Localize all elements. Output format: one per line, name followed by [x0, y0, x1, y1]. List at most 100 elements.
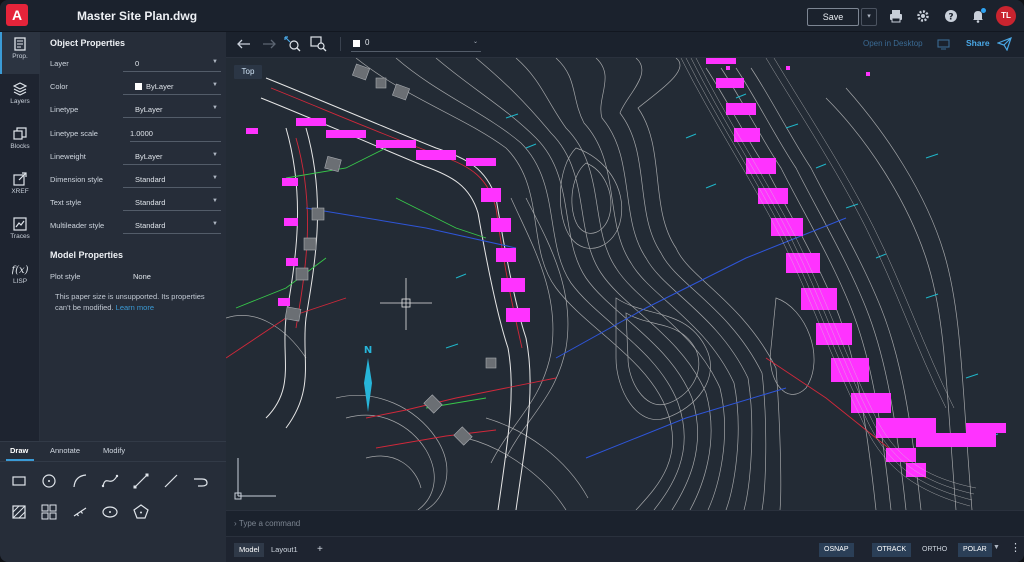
property-row-plot-style: Plot style None	[50, 269, 222, 285]
app-logo[interactable]: A	[6, 4, 28, 26]
property-row-lineweight: Lineweight ByLayer ▼	[50, 149, 222, 165]
ortho-toggle[interactable]: ORTHO	[917, 543, 952, 557]
array-icon[interactable]	[40, 503, 58, 521]
layer-select[interactable]: 0 ▼	[123, 56, 221, 72]
rail-item-blocks[interactable]: Blocks	[0, 122, 40, 164]
property-row-dimension-style: Dimension style Standard ▼	[50, 172, 222, 188]
learn-more-link[interactable]: Learn more	[116, 303, 154, 312]
rail-item-xref[interactable]: XREF	[0, 167, 40, 209]
rail-item-traces[interactable]: Traces	[0, 212, 40, 254]
text-style-select[interactable]: Standard ▼	[123, 195, 221, 211]
chevron-down-icon: ⌄	[472, 39, 478, 45]
property-label: Lineweight	[50, 152, 86, 161]
rail-label: XREF	[11, 188, 29, 195]
property-row-linetype-scale: Linetype scale 1.0000	[50, 126, 222, 142]
ucs-icon	[234, 458, 276, 500]
green-lines	[235, 147, 487, 409]
rail-label: Prop.	[12, 53, 28, 60]
chevron-down-icon: ▼	[212, 59, 218, 65]
hatch-icon[interactable]	[10, 503, 28, 521]
property-row-color: Color ByLayer ▼	[50, 79, 222, 95]
circle-icon[interactable]	[40, 472, 58, 490]
zoom-extents-icon[interactable]	[284, 36, 302, 52]
command-input[interactable]: › Type a command	[234, 519, 300, 528]
save-button[interactable]: Save	[807, 8, 859, 26]
zoom-window-icon[interactable]	[310, 36, 328, 52]
rail-label: Blocks	[10, 143, 30, 150]
more-options-icon[interactable]: ⋮	[1010, 541, 1021, 554]
command-line[interactable]: › Type a command	[226, 510, 1024, 536]
property-label: Linetype scale	[50, 129, 98, 138]
add-layout-button[interactable]: +	[312, 543, 328, 557]
cyan-annotations	[445, 93, 999, 439]
model-properties-title: Model Properties	[50, 250, 124, 260]
help-icon[interactable]: ?	[944, 9, 958, 23]
polar-toggle[interactable]: POLAR	[958, 543, 992, 557]
rail-item-layers[interactable]: Layers	[0, 77, 40, 119]
line-endpoints-icon[interactable]	[132, 472, 150, 490]
view-label[interactable]: Top	[234, 65, 262, 79]
active-tab-indicator	[6, 459, 34, 461]
canvas-toolbar: 0 ⌄ Open in Desktop Share	[226, 32, 1024, 58]
arc-icon[interactable]	[71, 472, 89, 490]
paper-size-note: This paper size is unsupported. Its prop…	[55, 292, 205, 312]
site-plan-drawing: N	[226, 58, 1006, 510]
crosshair-cursor	[380, 278, 432, 330]
rail-item-properties[interactable]: Prop.	[0, 32, 40, 74]
share-button[interactable]: Share	[966, 38, 990, 48]
traces-icon	[13, 217, 27, 231]
save-options-chevron-icon[interactable]: ▾	[861, 8, 877, 26]
tab-annotate[interactable]: Annotate	[50, 446, 80, 455]
line-icon[interactable]	[162, 472, 180, 490]
print-icon[interactable]	[889, 9, 903, 23]
undo-icon[interactable]	[236, 38, 252, 50]
tab-divider	[0, 461, 226, 462]
settings-gear-icon[interactable]	[916, 9, 930, 23]
lisp-icon: f(x)	[12, 265, 28, 276]
property-row-linetype: Linetype ByLayer ▼	[50, 102, 222, 118]
tab-draw[interactable]: Draw	[10, 446, 28, 455]
multileader-style-select[interactable]: Standard ▼	[123, 218, 221, 234]
osnap-toggle[interactable]: OSNAP	[819, 543, 854, 557]
linetype-select[interactable]: ByLayer ▼	[123, 102, 221, 118]
monitor-icon[interactable]	[937, 39, 950, 50]
property-label: Linetype	[50, 105, 79, 114]
toolbar-divider	[340, 37, 341, 51]
notification-dot	[981, 8, 986, 13]
rail-item-lisp[interactable]: f(x) LISP	[0, 257, 40, 299]
svg-text:f(x): f(x)	[12, 265, 28, 276]
spline-icon[interactable]	[101, 472, 119, 490]
layers-icon	[13, 82, 27, 96]
polyline-icon[interactable]	[192, 472, 210, 490]
user-avatar[interactable]: TL	[996, 6, 1016, 26]
redo-icon[interactable]	[261, 38, 277, 50]
otrack-toggle[interactable]: OTRACK	[872, 543, 912, 557]
color-select[interactable]: ByLayer ▼	[123, 79, 221, 95]
tab-model[interactable]: Model	[234, 543, 265, 557]
chevron-down-icon: ▼	[212, 152, 218, 158]
property-label: Color	[50, 82, 68, 91]
open-in-desktop-link[interactable]: Open in Desktop	[863, 39, 923, 48]
rail-label: Layers	[10, 98, 30, 105]
title-bar: A Master Site Plan.dwg Save ▾ ? TL	[0, 0, 1024, 32]
lineweight-select[interactable]: ByLayer ▼	[123, 149, 221, 165]
property-row-multileader-style: Multileader style Standard ▼	[50, 218, 222, 234]
property-label: Multileader style	[50, 221, 105, 230]
polar-options-chevron-icon[interactable]: ▼	[993, 544, 1000, 551]
measure-icon[interactable]	[71, 503, 89, 521]
chevron-down-icon: ▼	[212, 105, 218, 111]
tab-modify[interactable]: Modify	[103, 446, 125, 455]
linetype-scale-input[interactable]: 1.0000	[130, 126, 221, 142]
tab-layout1[interactable]: Layout1	[266, 543, 303, 557]
property-row-text-style: Text style Standard ▼	[50, 195, 222, 211]
drawing-canvas[interactable]: N Top	[226, 58, 1024, 510]
dimension-style-select[interactable]: Standard ▼	[123, 172, 221, 188]
polygon-icon[interactable]	[132, 503, 150, 521]
north-arrow: N	[364, 345, 372, 412]
ellipse-icon[interactable]	[101, 503, 119, 521]
plot-style-value: None	[133, 272, 151, 281]
rectangle-icon[interactable]	[10, 472, 28, 490]
contour-lines	[226, 58, 973, 510]
send-icon[interactable]	[997, 37, 1012, 51]
layer-dropdown[interactable]: 0 ⌄	[351, 36, 481, 52]
